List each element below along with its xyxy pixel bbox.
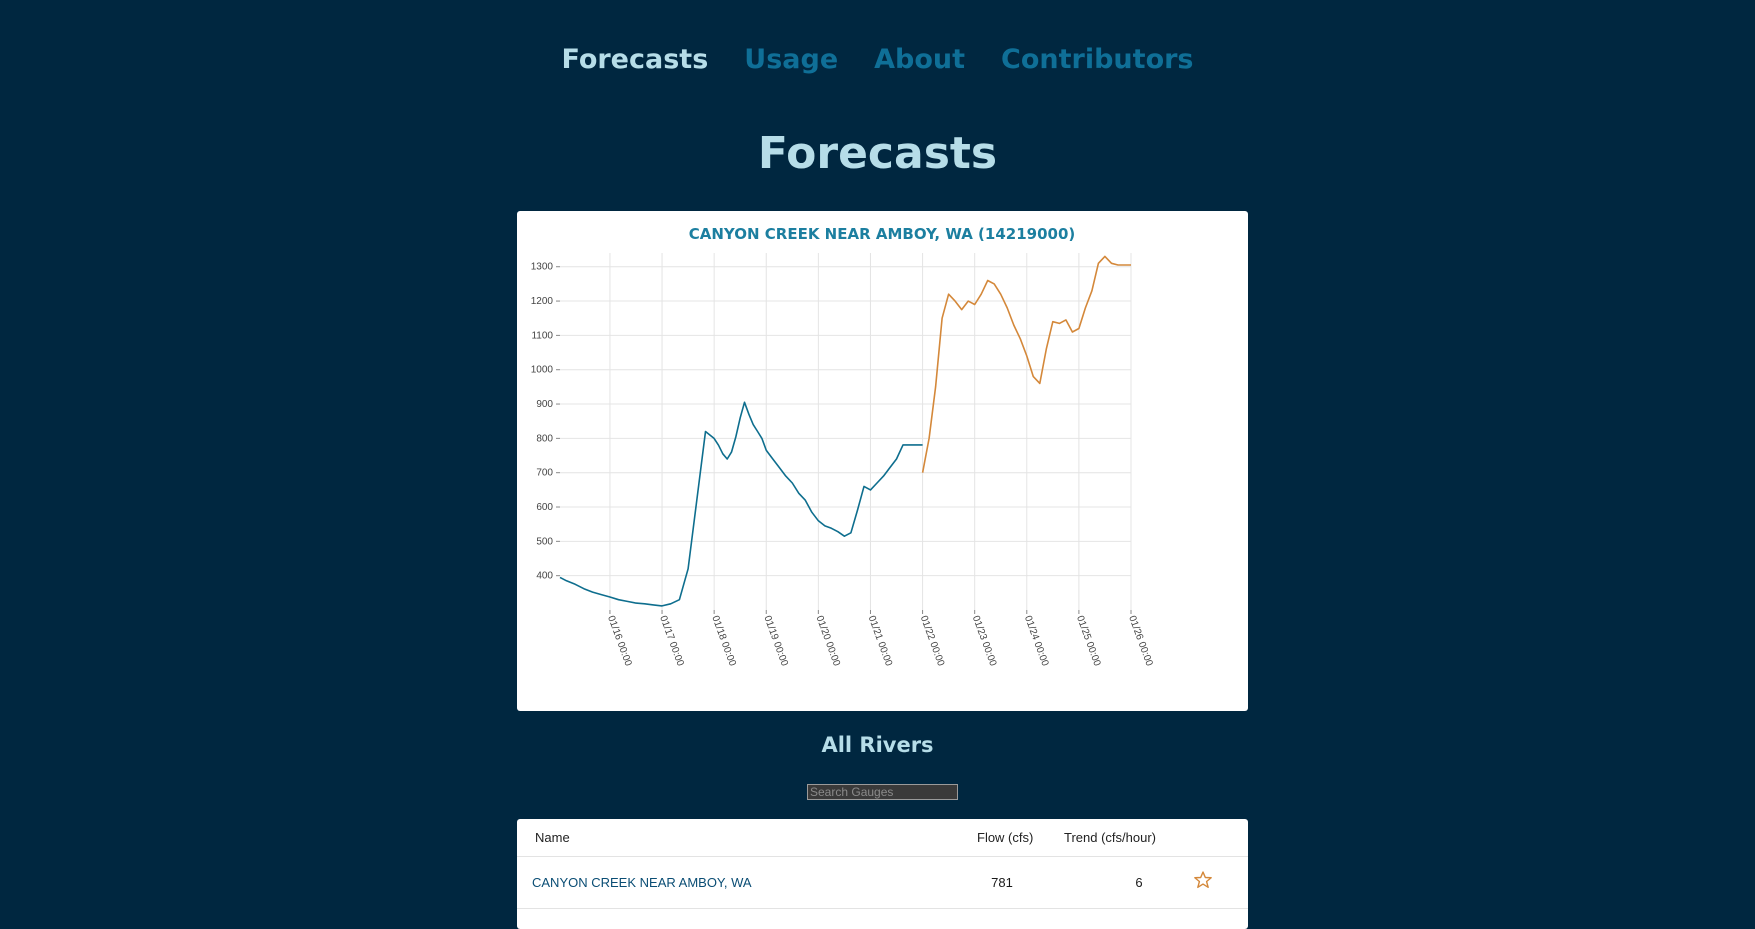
x-tick-label: 01/18 00:00 [709, 614, 738, 668]
x-tick-label: 01/24 00:00 [1022, 614, 1051, 668]
table-header: Name Flow (cfs) Trend (cfs/hour) [517, 819, 1248, 857]
column-header-flow[interactable]: Flow (cfs) [977, 830, 1033, 845]
column-header-name[interactable]: Name [535, 830, 570, 845]
x-tick-label: 01/21 00:00 [866, 614, 895, 668]
rivers-table: Name Flow (cfs) Trend (cfs/hour) CANYON … [517, 819, 1248, 929]
nav-usage[interactable]: Usage [744, 44, 838, 84]
x-tick-label: 01/26 00:00 [1126, 614, 1155, 668]
y-tick-label: 700 [536, 468, 553, 479]
chart-x-axis: 01/16 00:00 01/17 00:00 01/18 00:00 01/19 0… [605, 610, 1155, 668]
y-tick-label: 1100 [531, 330, 553, 341]
x-tick-label: 01/22 00:00 [918, 614, 947, 668]
x-tick-label: 01/25 00:00 [1074, 614, 1103, 668]
chart-series [559, 255, 1131, 607]
x-tick-label: 01/17 00:00 [657, 614, 686, 668]
nav-about[interactable]: About [874, 44, 965, 84]
chart-title: CANYON CREEK NEAR AMBOY, WA (14219000) [689, 225, 1076, 243]
table-row[interactable]: CANYON CREEK NEAR AMBOY, WA 781 6 [517, 857, 1248, 909]
search-gauges-input[interactable] [807, 784, 958, 800]
y-tick-label: 500 [536, 536, 553, 547]
column-header-trend[interactable]: Trend (cfs/hour) [1064, 830, 1156, 845]
nav-contributors[interactable]: Contributors [1001, 44, 1193, 84]
x-tick-label: 01/23 00:00 [970, 614, 999, 668]
forecast-chart: CANYON CREEK NEAR AMBOY, WA (14219000) 4… [531, 225, 1155, 668]
chart-y-axis: 400 500 600 700 800 900 1000 1100 1200 1300 [531, 262, 560, 582]
star-outline-icon[interactable] [1193, 870, 1213, 893]
river-trend-value: 6 [1135, 875, 1143, 890]
river-flow-value: 781 [991, 875, 1013, 890]
y-tick-label: 600 [536, 502, 553, 513]
y-tick-label: 400 [536, 571, 553, 582]
x-tick-label: 01/19 00:00 [761, 614, 790, 668]
nav-forecasts[interactable]: Forecasts [561, 44, 708, 84]
forecast-chart-card: CANYON CREEK NEAR AMBOY, WA (14219000) 4… [517, 211, 1248, 711]
page-title: Forecasts [757, 128, 998, 179]
x-tick-label: 01/20 00:00 [814, 614, 843, 668]
x-tick-label: 01/16 00:00 [605, 614, 634, 668]
river-name-link[interactable]: CANYON CREEK NEAR AMBOY, WA [532, 875, 752, 890]
all-rivers-title: All Rivers [821, 733, 934, 757]
main-nav: Forecasts Usage About Contributors [0, 44, 1755, 84]
y-tick-label: 1200 [531, 296, 554, 307]
y-tick-label: 1000 [531, 365, 554, 376]
y-tick-label: 800 [536, 433, 553, 444]
y-tick-label: 900 [536, 399, 553, 410]
chart-grid [560, 253, 1132, 610]
y-tick-label: 1300 [531, 262, 554, 273]
